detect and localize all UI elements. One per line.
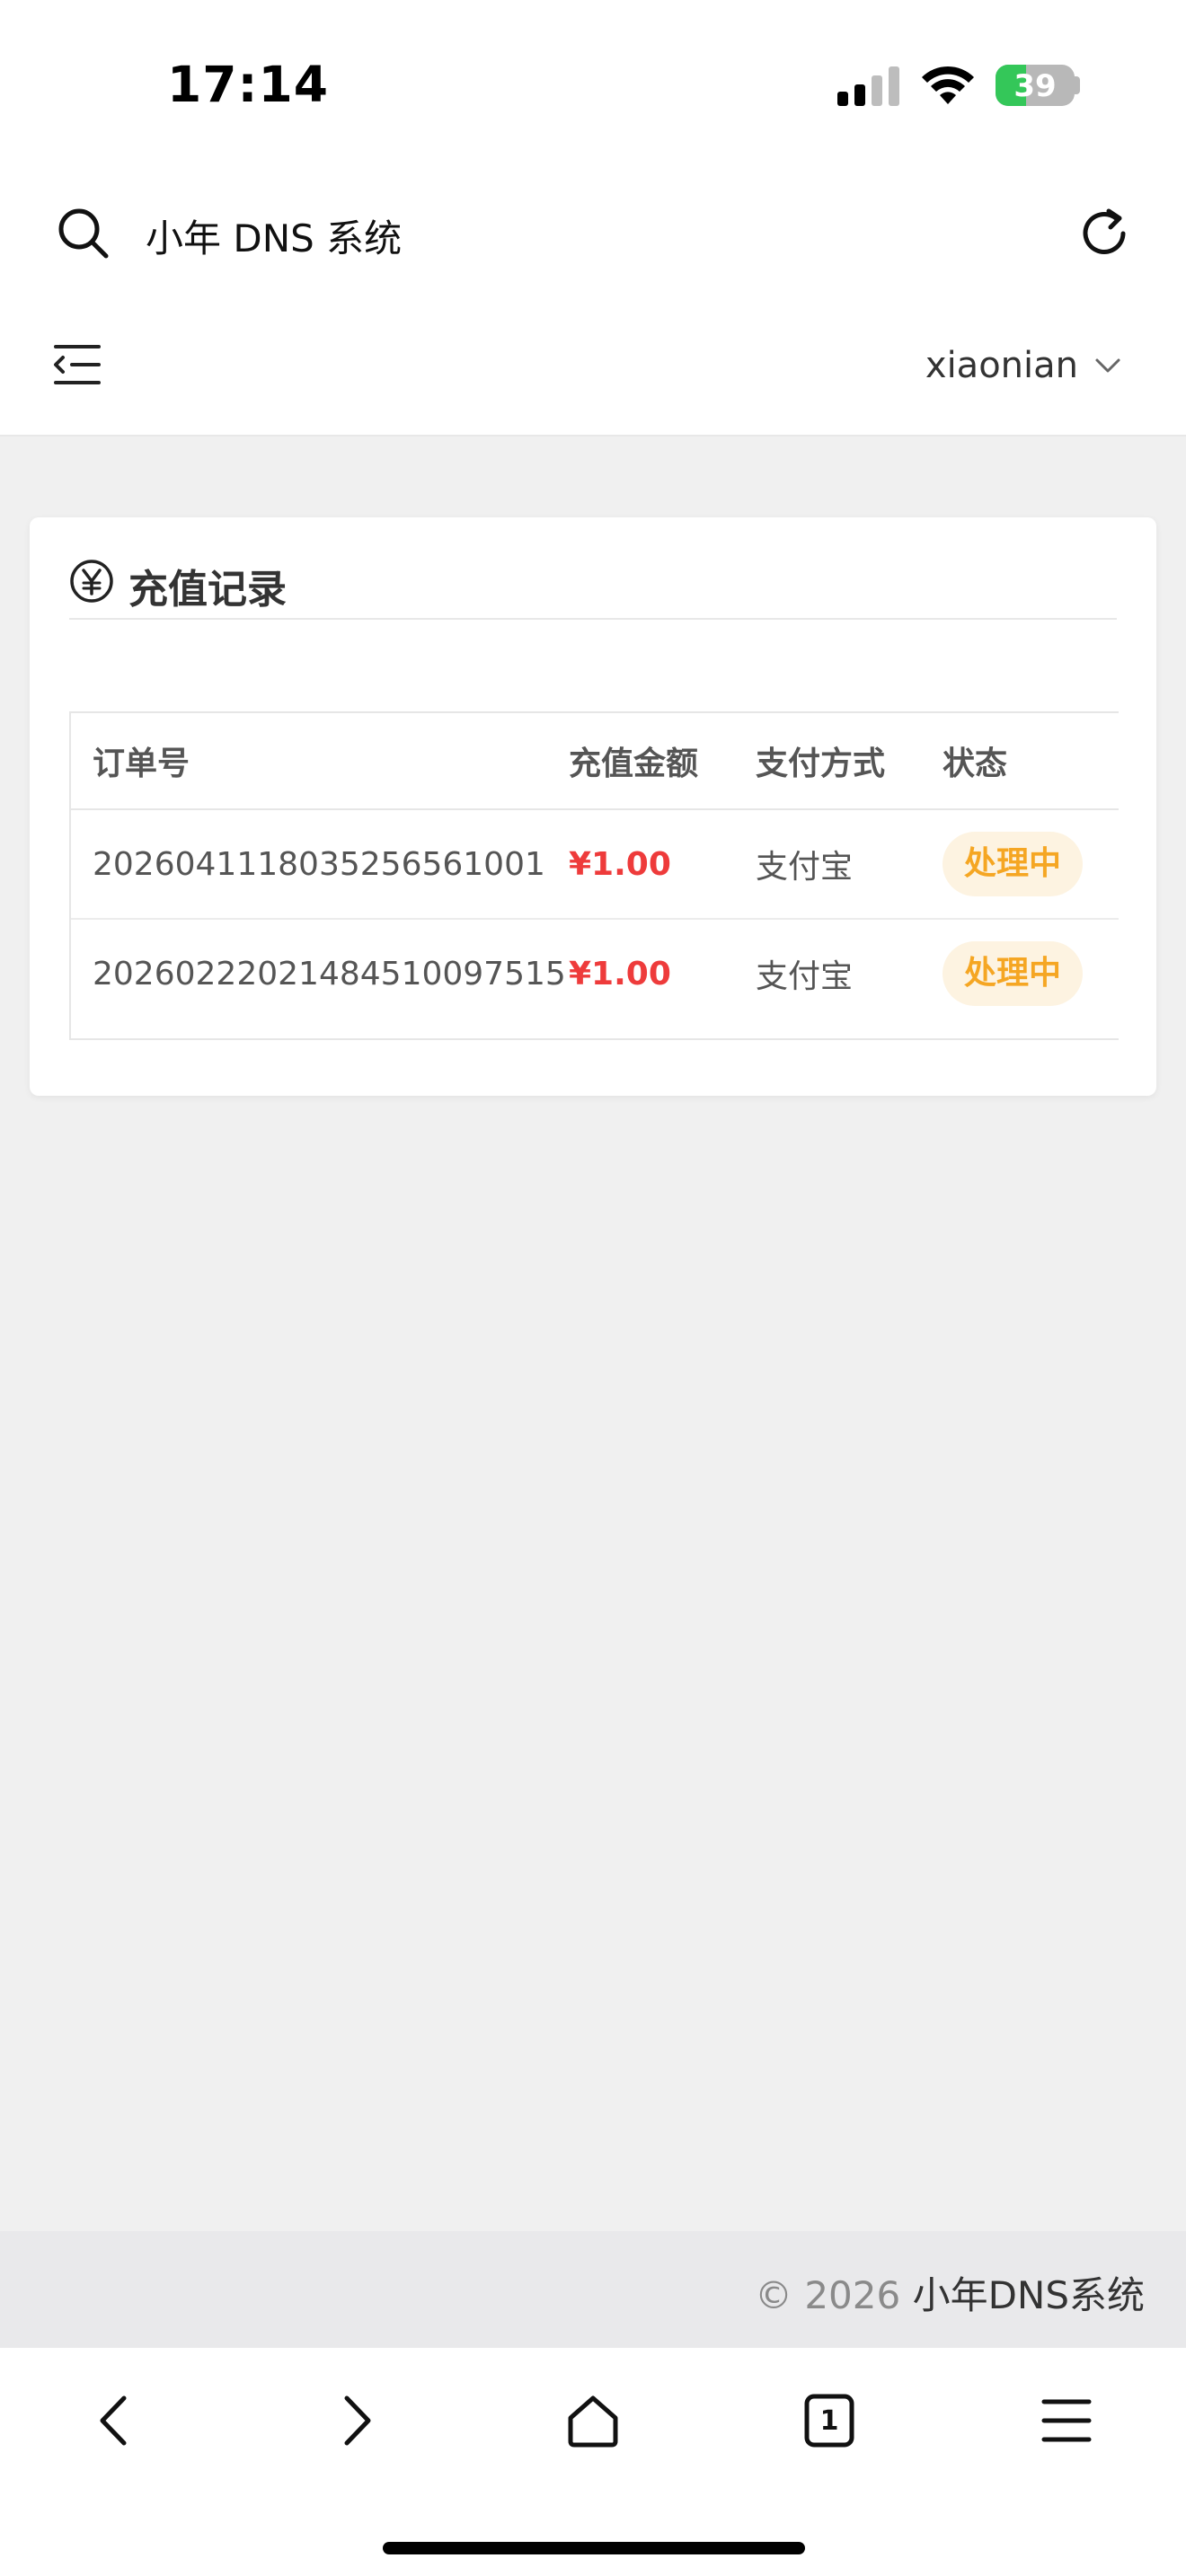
home-indicator (383, 2542, 805, 2554)
page-footer: © 2026 小年DNS系统 (0, 2231, 1186, 2348)
copyright-year: © 2026 (754, 2273, 901, 2317)
payment-method: 支付宝 (756, 958, 854, 995)
order-no: 20260222021484510097515 (93, 955, 566, 992)
yen-icon (70, 560, 113, 603)
recharge-records-card: 充值记录 订单号 充值金额 支付方式 状态 202604111803525656… (30, 517, 1156, 1096)
reload-icon[interactable] (1076, 206, 1132, 261)
username: xiaonian (925, 345, 1078, 386)
app-header: xiaonian (0, 296, 1186, 437)
column-header-order-no: 订单号 (71, 713, 547, 810)
search-icon[interactable] (56, 206, 111, 261)
wifi-icon (922, 66, 974, 104)
battery-icon: 39 (996, 65, 1075, 106)
status-badge: 处理中 (943, 832, 1084, 896)
status-badge: 处理中 (943, 941, 1084, 1006)
status-cell: 处理中 (921, 919, 1119, 1028)
menu-icon[interactable] (1035, 2389, 1098, 2452)
column-header-amount: 充值金额 (547, 713, 734, 810)
browser-toolbar: 1 (0, 2348, 1186, 2576)
column-header-payment: 支付方式 (734, 713, 921, 810)
battery-tip (1075, 76, 1080, 94)
payment-method: 支付宝 (734, 809, 921, 920)
tabs-button[interactable]: 1 (798, 2389, 861, 2452)
menu-fold-icon[interactable] (52, 341, 102, 388)
tabs-count: 1 (819, 2405, 839, 2437)
amount: ¥1.00 (547, 809, 734, 920)
table-row: 20260222021484510097515 ¥1.00 支付宝 处理中 (71, 919, 1119, 1028)
forward-icon[interactable] (322, 2389, 385, 2452)
card-title: 充值记录 (128, 567, 287, 613)
cellular-signal-icon (837, 66, 899, 106)
order-no: 2026041118035256561001 (71, 809, 547, 920)
battery-level: 39 (1013, 68, 1057, 104)
status-bar: 17:14 39 (0, 0, 1186, 171)
amount: ¥1.00 (569, 955, 671, 992)
status-cell: 处理中 (921, 809, 1119, 920)
address-bar[interactable]: 小年 DNS 系统 (0, 171, 1186, 296)
user-menu[interactable]: xiaonian (925, 343, 1123, 388)
table-row: 2026041118035256561001 ¥1.00 支付宝 处理中 (71, 809, 1119, 920)
address-text[interactable]: 小年 DNS 系统 (146, 208, 402, 263)
copyright: © 2026 小年DNS系统 (755, 2265, 1145, 2320)
table-header-row: 订单号 充值金额 支付方式 状态 (71, 713, 1119, 810)
records-table[interactable]: 订单号 充值金额 支付方式 状态 2026041118035256561001 … (69, 711, 1119, 1040)
chevron-down-icon (1095, 358, 1120, 373)
home-icon[interactable] (562, 2389, 624, 2452)
copyright-name: 小年DNS系统 (912, 2273, 1145, 2317)
back-icon[interactable] (86, 2389, 149, 2452)
status-time: 17:14 (167, 56, 330, 113)
column-header-status: 状态 (921, 713, 1119, 810)
card-header: 充值记录 (69, 553, 1117, 620)
